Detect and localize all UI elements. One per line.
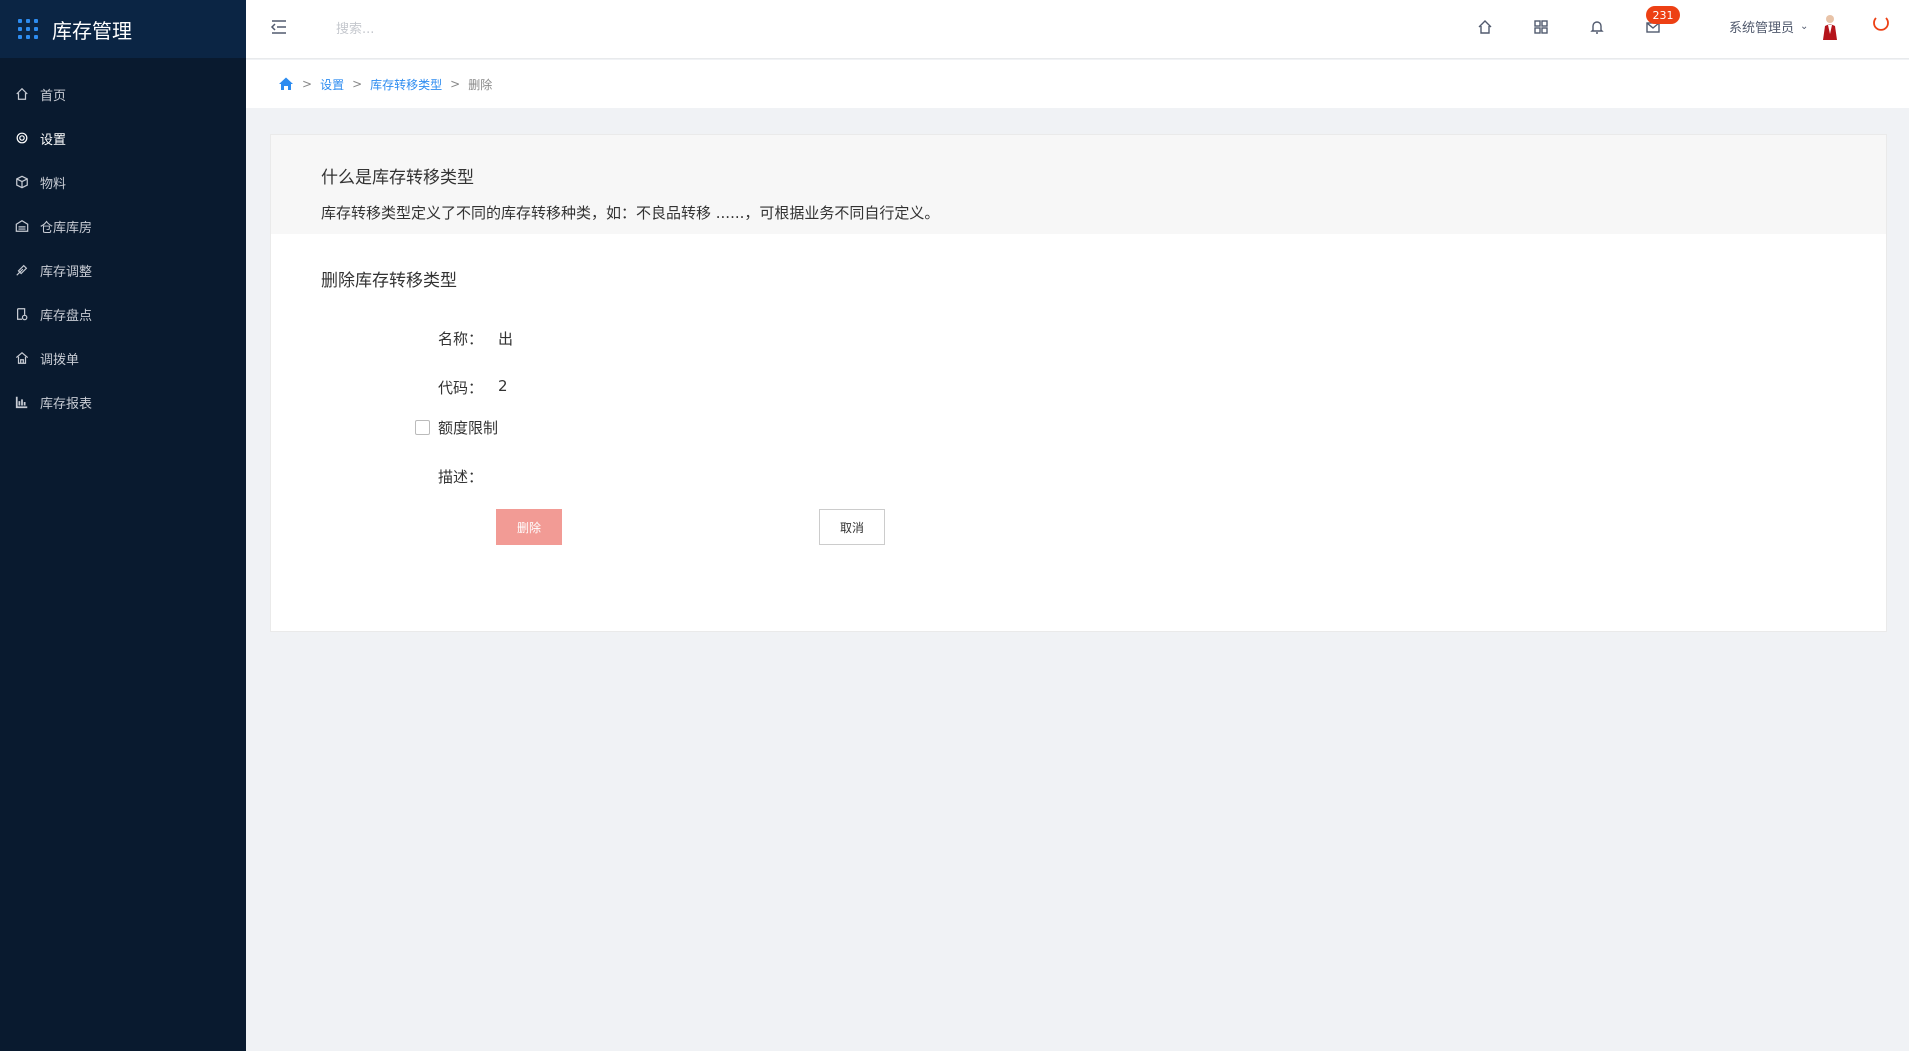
description-field: 描述： [438, 466, 498, 487]
intro-description: 库存转移类型定义了不同的库存转移种类，如：不良品转移 ......，可根据业务不… [321, 204, 940, 222]
breadcrumb: > 设置 > 库存转移类型 > 删除 [246, 60, 1909, 108]
breadcrumb-transfer-type-link[interactable]: 库存转移类型 [370, 76, 442, 93]
description-label: 描述： [438, 468, 484, 486]
sidebar-item-stock-check[interactable]: 库存盘点 [0, 292, 246, 336]
box-icon [14, 174, 30, 190]
warehouse-icon [14, 218, 30, 234]
delete-button[interactable]: 删除 [496, 509, 562, 545]
sidebar-item-settings[interactable]: 设置 [0, 116, 246, 160]
sidebar-item-home[interactable]: 首页 [0, 72, 246, 116]
app-grid-icon [18, 19, 38, 39]
sidebar-item-materials[interactable]: 物料 [0, 160, 246, 204]
breadcrumb-separator: > [352, 77, 363, 91]
message-count-badge: 231 [1646, 6, 1680, 24]
sidebar-item-label: 物料 [40, 176, 67, 192]
sidebar-item-label: 首页 [40, 88, 67, 104]
sidebar-item-stock-adjust[interactable]: 库存调整 [0, 248, 246, 292]
menu-collapse-icon[interactable] [268, 16, 290, 38]
user-menu[interactable]: 系统管理员 ⌄ [1729, 17, 1808, 36]
code-field: 代码： 2 [438, 377, 508, 398]
top-header: 231 系统管理员 ⌄ [246, 0, 1909, 59]
breadcrumb-separator: > [450, 77, 461, 91]
name-label: 名称： [438, 330, 484, 348]
intro-panel: 什么是库存转移类型 库存转移类型定义了不同的库存转移种类，如：不良品转移 ...… [271, 135, 1886, 234]
avatar[interactable] [1820, 12, 1840, 42]
sidebar-item-transfer[interactable]: 调拨单 [0, 336, 246, 380]
user-name: 系统管理员 [1729, 21, 1795, 36]
home-icon [14, 86, 30, 102]
breadcrumb-current: 删除 [468, 77, 493, 92]
gear-icon [14, 130, 30, 146]
bell-icon[interactable] [1586, 16, 1608, 38]
home-icon[interactable] [1474, 16, 1496, 38]
breadcrumb-separator: > [302, 77, 313, 91]
sidebar-item-label: 库存报表 [40, 396, 93, 412]
transfer-icon [14, 350, 30, 366]
name-field: 名称： 出 [438, 328, 513, 349]
quota-limit-label: 额度限制 [438, 419, 499, 437]
form-title: 删除库存转移类型 [321, 271, 457, 291]
sidebar-item-label: 库存盘点 [40, 308, 93, 324]
sidebar-item-warehouse[interactable]: 仓库库房 [0, 204, 246, 248]
sidebar: 库存管理 首页 设置 物料 仓库库房 库存调整 库存盘点 调拨单 库存报表 [0, 0, 246, 1051]
sidebar-item-stock-report[interactable]: 库存报表 [0, 380, 246, 424]
breadcrumb-settings-link[interactable]: 设置 [320, 76, 344, 93]
name-value: 出 [498, 330, 514, 348]
search-input[interactable] [336, 17, 596, 41]
app-title: 库存管理 [52, 18, 132, 43]
sidebar-item-label: 调拨单 [40, 352, 80, 368]
chevron-down-icon: ⌄ [1800, 21, 1809, 32]
cancel-button[interactable]: 取消 [819, 509, 885, 545]
content-card: 什么是库存转移类型 库存转移类型定义了不同的库存转移种类，如：不良品转移 ...… [270, 134, 1887, 632]
apps-grid-icon[interactable] [1530, 16, 1552, 38]
bar-chart-icon [14, 394, 30, 410]
sidebar-item-label: 库存调整 [40, 264, 93, 280]
sidebar-item-label: 仓库库房 [40, 220, 93, 236]
sidebar-item-label: 设置 [40, 132, 67, 148]
quota-limit-checkbox[interactable] [415, 420, 430, 435]
code-value: 2 [498, 377, 508, 395]
adjust-icon [14, 262, 30, 278]
power-icon[interactable] [1870, 12, 1892, 34]
brand[interactable]: 库存管理 [0, 0, 246, 58]
sidebar-nav: 首页 设置 物料 仓库库房 库存调整 库存盘点 调拨单 库存报表 [0, 58, 246, 424]
inventory-check-icon [14, 306, 30, 322]
intro-title: 什么是库存转移类型 [321, 168, 474, 188]
home-icon[interactable] [278, 76, 294, 92]
code-label: 代码： [438, 379, 484, 397]
quota-limit-row: 额度限制 [415, 417, 498, 438]
